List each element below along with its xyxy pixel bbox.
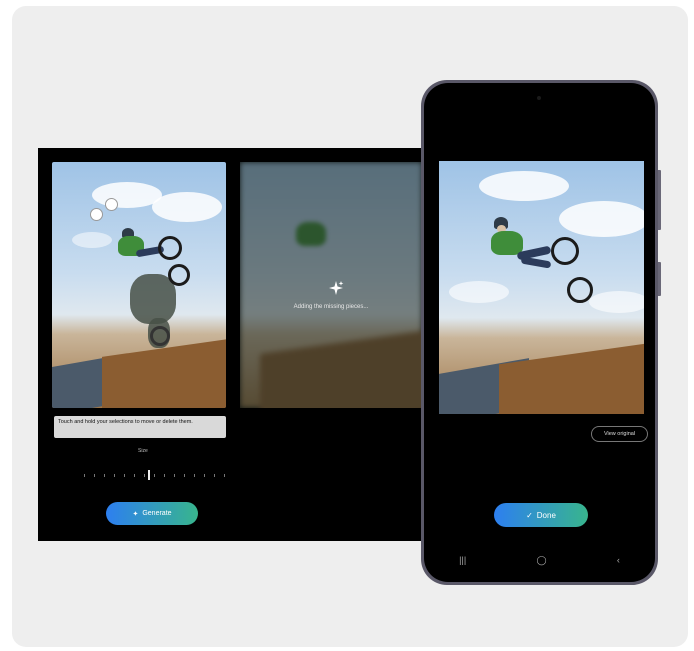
view-original-button[interactable]: View original	[591, 426, 648, 442]
phone-frame: View original ✓ Done ||| ◯ ‹	[421, 80, 658, 585]
back-button[interactable]: ‹	[617, 555, 620, 565]
selected-object[interactable]	[130, 274, 176, 324]
check-icon: ✓	[526, 510, 533, 520]
recents-button[interactable]: |||	[459, 555, 466, 565]
source-photo[interactable]	[52, 162, 226, 408]
size-label: Size	[138, 448, 148, 454]
home-button[interactable]: ◯	[536, 555, 546, 566]
status-text: Adding the missing pieces...	[293, 304, 369, 310]
sparkle-icon	[329, 281, 344, 295]
generate-button[interactable]: ✦ Generate	[106, 502, 198, 525]
lightbulb-icon[interactable]	[105, 198, 118, 211]
system-navbar: ||| ◯ ‹	[424, 553, 655, 567]
brush-size-slider[interactable]	[84, 470, 226, 480]
undo-icon[interactable]	[90, 208, 103, 221]
hint-tooltip: Touch and hold your selections to move o…	[54, 416, 226, 438]
done-button[interactable]: ✓ Done	[494, 503, 588, 527]
sparkle-icon: ✦	[132, 510, 139, 518]
front-camera	[537, 96, 541, 100]
editor-panel: Adding the missing pieces... Touch and h…	[38, 148, 422, 541]
result-photo[interactable]	[439, 161, 644, 414]
generate-label: Generate	[142, 510, 172, 517]
generating-photo: Adding the missing pieces...	[240, 162, 422, 408]
phone-screen: View original ✓ Done ||| ◯ ‹	[424, 83, 655, 582]
slider-thumb[interactable]	[148, 470, 150, 480]
done-label: Done	[536, 510, 556, 520]
